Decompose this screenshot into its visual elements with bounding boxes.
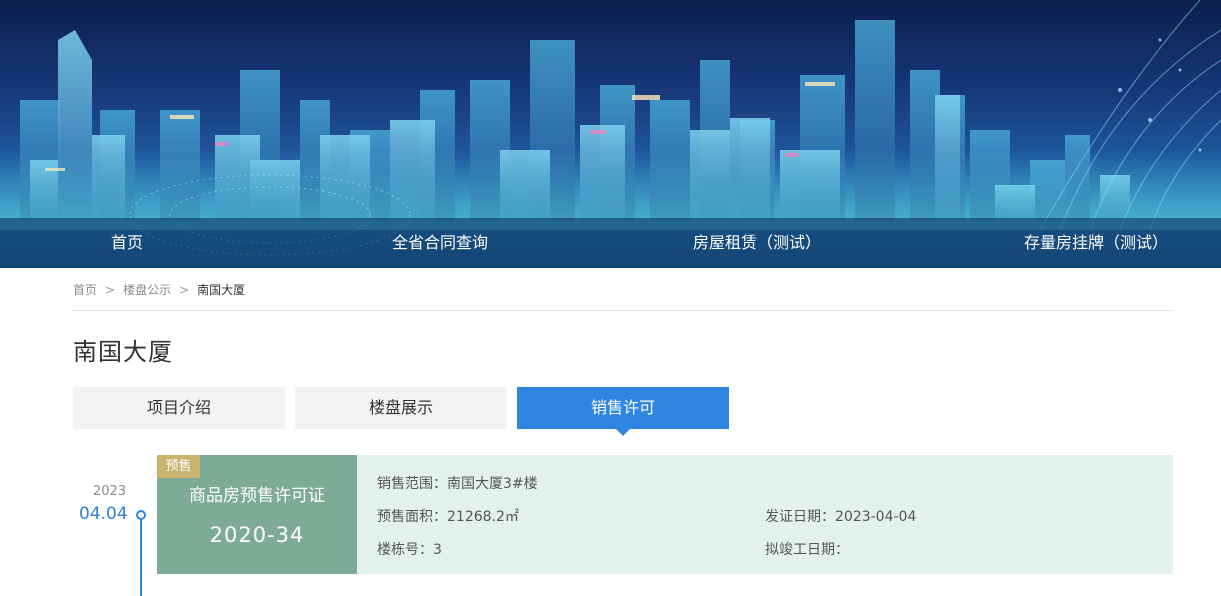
header-banner: 首页 全省合同查询 房屋租赁（测试） 存量房挂牌（测试） <box>0 0 1221 268</box>
nav-item-resale-listing[interactable]: 存量房挂牌（测试） <box>1024 218 1168 268</box>
building-no-label: 楼栋号： <box>377 542 433 558</box>
breadcrumb-separator: > <box>105 282 116 297</box>
nav-item-house-rental[interactable]: 房屋租赁（测试） <box>693 218 821 268</box>
tab-project-intro[interactable]: 项目介绍 <box>73 387 285 429</box>
nav-item-home[interactable]: 首页 <box>111 218 143 268</box>
building-no-field: 楼栋号：3 <box>377 539 442 559</box>
timeline-dot <box>136 510 146 520</box>
breadcrumb: 首页 > 楼盘公示 > 南国大厦 <box>73 281 245 298</box>
permit-card-header[interactable]: 预售 商品房预售许可证 2020-34 <box>157 455 357 574</box>
page-title: 南国大厦 <box>73 338 173 366</box>
breadcrumb-listing[interactable]: 楼盘公示 <box>123 281 171 298</box>
breadcrumb-home[interactable]: 首页 <box>73 281 97 298</box>
permit-type: 商品房预售许可证 <box>189 486 325 506</box>
breadcrumb-current: 南国大厦 <box>197 283 246 297</box>
breadcrumb-divider <box>73 310 1173 311</box>
permit-number: 2020-34 <box>209 523 305 547</box>
sales-scope-field: 销售范围：南国大厦3#楼 <box>377 473 538 493</box>
issue-date-label: 发证日期： <box>765 509 835 525</box>
tab-building-display[interactable]: 楼盘展示 <box>295 387 507 429</box>
sales-scope-label: 销售范围： <box>377 476 447 492</box>
presale-area-value: 21268.2㎡ <box>447 509 519 525</box>
completion-date-field: 拟竣工日期： <box>765 539 849 559</box>
sales-scope-value: 南国大厦3#楼 <box>447 476 538 492</box>
presale-area-field: 预售面积：21268.2㎡ <box>377 506 519 526</box>
timeline-date: 04.04 <box>79 504 128 524</box>
breadcrumb-separator: > <box>179 282 190 297</box>
main-nav: 首页 全省合同查询 房屋租赁（测试） 存量房挂牌（测试） <box>0 218 1221 268</box>
timeline-year: 2023 <box>93 484 127 499</box>
building-no-value: 3 <box>433 542 442 558</box>
issue-date-field: 发证日期：2023-04-04 <box>765 506 916 526</box>
presale-area-label: 预售面积： <box>377 509 447 525</box>
presale-badge: 预售 <box>157 455 200 478</box>
issue-date-value: 2023-04-04 <box>835 509 917 525</box>
completion-date-label: 拟竣工日期： <box>765 542 849 558</box>
nav-item-contract-query[interactable]: 全省合同查询 <box>392 218 488 268</box>
timeline-line <box>140 516 142 596</box>
permit-details: 销售范围：南国大厦3#楼 预售面积：21268.2㎡ 楼栋号：3 发证日期：20… <box>357 455 1173 574</box>
tab-sales-permit[interactable]: 销售许可 <box>517 387 729 436</box>
